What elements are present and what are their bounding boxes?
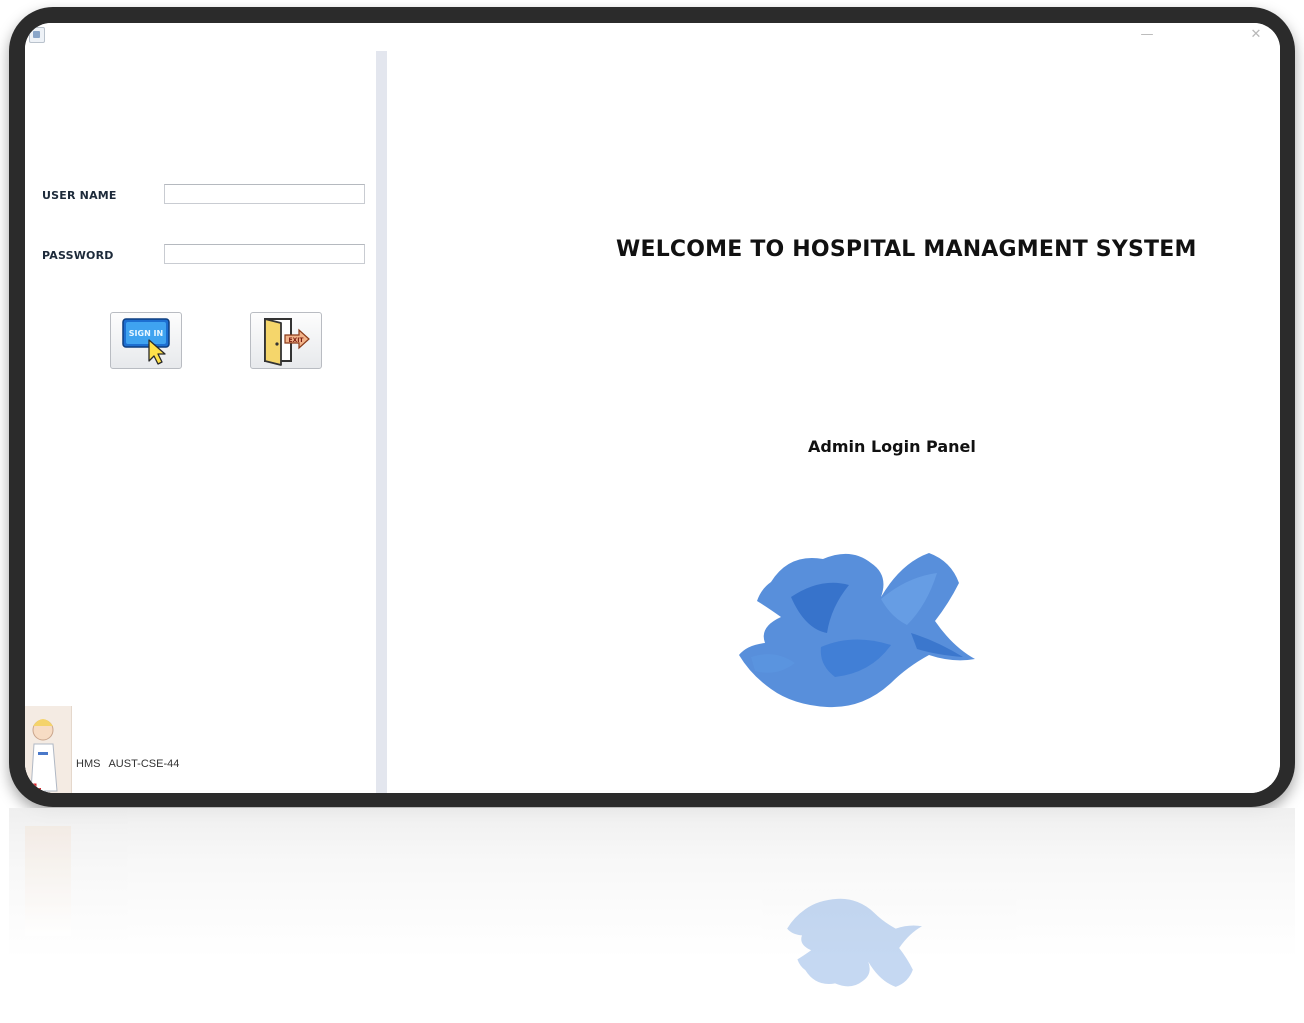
window-reflection bbox=[9, 808, 1295, 1023]
close-button[interactable]: ✕ bbox=[1246, 25, 1266, 45]
stage: — ✕ USER NAME PASSWORD SIGN IN EXIT HMS … bbox=[0, 0, 1304, 1023]
title-bar: — ✕ bbox=[25, 23, 1280, 49]
login-window: — ✕ USER NAME PASSWORD SIGN IN EXIT HMS … bbox=[25, 23, 1280, 793]
admin-panel-subtitle: Admin Login Panel bbox=[808, 437, 976, 456]
exit-icon-text: EXIT bbox=[288, 337, 304, 344]
username-label: USER NAME bbox=[42, 189, 117, 202]
app-icon[interactable] bbox=[29, 27, 45, 43]
sign-in-cursor-icon: SIGN IN bbox=[122, 318, 170, 365]
footer-app-abbrev: HMS bbox=[76, 758, 101, 770]
exit-button[interactable]: EXIT bbox=[250, 312, 322, 369]
sign-in-icon-text: SIGN IN bbox=[129, 329, 163, 338]
panel-divider bbox=[376, 51, 387, 793]
footer-credit: HMS AUST-CSE-44 bbox=[76, 758, 179, 770]
footer-course-code: AUST-CSE-44 bbox=[108, 758, 180, 770]
nurse-illustration-icon bbox=[27, 719, 58, 793]
username-field[interactable] bbox=[164, 184, 365, 204]
sign-in-button[interactable]: SIGN IN bbox=[110, 312, 182, 369]
minimize-button[interactable]: — bbox=[1137, 25, 1157, 45]
reflection-thumb bbox=[25, 826, 71, 936]
password-label: PASSWORD bbox=[42, 249, 114, 262]
blue-bird-logo bbox=[739, 553, 975, 708]
welcome-title: WELCOME TO HOSPITAL MANAGMENT SYSTEM bbox=[616, 237, 1197, 262]
reflection-bird bbox=[787, 898, 922, 987]
password-field[interactable] bbox=[164, 244, 365, 264]
login-form-panel: USER NAME PASSWORD SIGN IN EXIT HMS AUST… bbox=[25, 49, 376, 793]
exit-door-icon: EXIT bbox=[264, 318, 310, 366]
nurse-image bbox=[25, 706, 72, 793]
